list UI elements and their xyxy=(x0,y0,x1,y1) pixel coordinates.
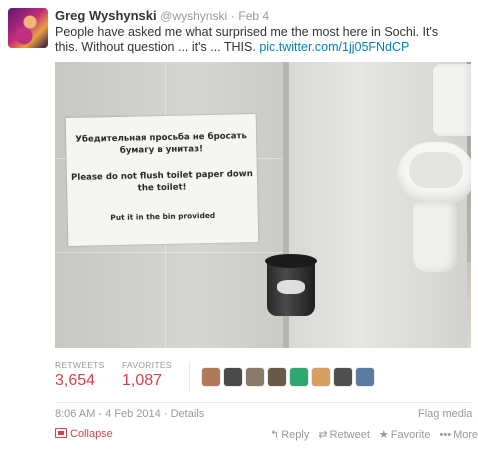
retweet-icon: ⇄ xyxy=(318,429,328,441)
tweet-media-link[interactable]: pic.twitter.com/1jj05FNdCP xyxy=(259,40,409,54)
retweet-button[interactable]: ⇄ Retweet xyxy=(318,428,370,441)
reply-icon: ↰ xyxy=(270,429,280,441)
collapse-icon xyxy=(55,428,67,438)
sign-russian-text: Убедительная просьба не бросать бумагу в… xyxy=(75,131,248,156)
retweets-label: RETWEETS xyxy=(55,360,105,370)
details-link[interactable]: Details xyxy=(171,408,205,420)
timestamp-separator: · xyxy=(163,408,168,420)
reply-button[interactable]: ↰ Reply xyxy=(270,428,309,441)
favoriter-avatar-icon[interactable] xyxy=(246,368,264,386)
trash-bin-paper xyxy=(277,280,305,294)
flag-media-link[interactable]: Flag media xyxy=(418,408,472,420)
favoriter-avatar-icon[interactable] xyxy=(334,368,352,386)
more-button[interactable]: ••• More xyxy=(440,429,478,441)
stats-divider xyxy=(189,362,190,392)
favorite-label: Favorite xyxy=(390,429,431,441)
toilet-tank xyxy=(433,64,471,136)
reply-label: Reply xyxy=(281,429,310,441)
favorites-label: FAVORITES xyxy=(122,360,172,370)
tweet-date[interactable]: Feb 4 xyxy=(238,9,269,23)
tweet-text: People have asked me what surprised me t… xyxy=(55,25,445,55)
collapse-button[interactable]: Collapse xyxy=(55,428,113,440)
favoriter-avatar-icon[interactable] xyxy=(202,368,220,386)
sign-english-text: Please do not flush toilet paper down th… xyxy=(70,169,253,194)
favoriter-avatar-icon[interactable] xyxy=(356,368,374,386)
toilet-base xyxy=(413,202,457,272)
header-separator: · xyxy=(230,9,235,23)
photo-sign: Убедительная просьба не бросать бумагу в… xyxy=(65,114,259,246)
favoriter-avatar-icon[interactable] xyxy=(268,368,286,386)
favoriter-avatar-icon[interactable] xyxy=(224,368,242,386)
toilet-inner xyxy=(409,152,463,188)
timestamp-text[interactable]: 8:06 AM - 4 Feb 2014 xyxy=(55,408,161,420)
tweet-photo[interactable]: Убедительная просьба не бросать бумагу в… xyxy=(55,62,471,348)
retweets-count[interactable]: 3,654 xyxy=(55,372,95,390)
tweet: Greg Wyshynski @wyshynski · Feb 4 People… xyxy=(0,0,478,449)
trash-bin-rim xyxy=(265,254,317,268)
favorites-count[interactable]: 1,087 xyxy=(122,372,162,390)
wall-tile-line xyxy=(55,252,287,253)
favorite-button[interactable]: ★ Favorite xyxy=(379,428,431,441)
author-avatar[interactable] xyxy=(8,8,48,48)
favoriter-avatar-icon[interactable] xyxy=(290,368,308,386)
author-name[interactable]: Greg Wyshynski xyxy=(55,8,157,23)
author-handle[interactable]: @wyshynski xyxy=(160,9,227,23)
sign-bin-text: Put it in the bin provided xyxy=(110,210,216,223)
meta-divider xyxy=(55,402,471,403)
more-dots-icon: ••• xyxy=(439,429,452,441)
collapse-label: Collapse xyxy=(70,428,113,440)
tweet-actions: ↰ Reply ⇄ Retweet ★ Favorite ••• More xyxy=(270,428,478,441)
more-label: More xyxy=(453,429,478,441)
star-icon: ★ xyxy=(378,429,389,441)
retweet-label: Retweet xyxy=(329,429,370,441)
tweet-timestamp: 8:06 AM - 4 Feb 2014 · Details xyxy=(55,408,204,420)
favoriter-avatar-icon[interactable] xyxy=(312,368,330,386)
tweet-header: Greg Wyshynski @wyshynski · Feb 4 xyxy=(55,8,269,23)
